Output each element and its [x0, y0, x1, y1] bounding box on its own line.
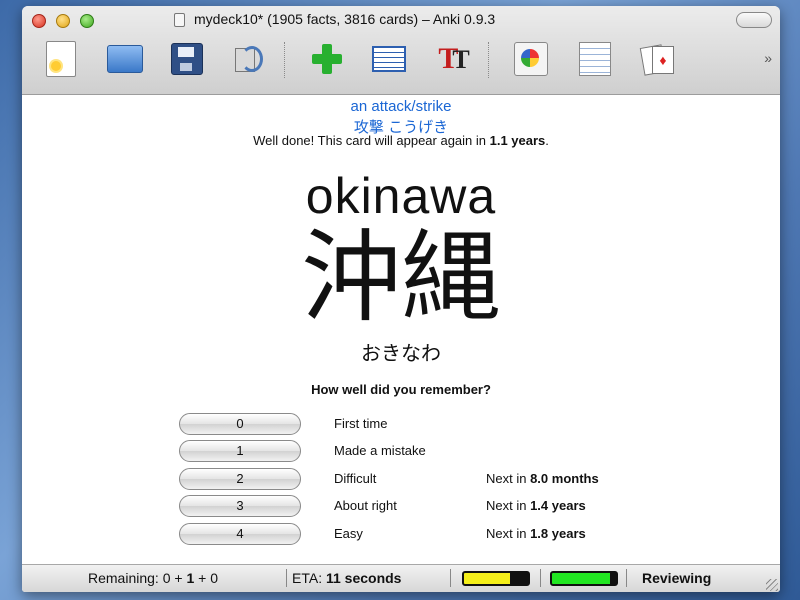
- new-deck-button[interactable]: [42, 40, 80, 78]
- answer-row-2: 2 Difficult Next in 8.0 months: [22, 468, 780, 492]
- answer-button-1[interactable]: 1: [179, 440, 301, 462]
- answer-next-value: 8.0 months: [530, 471, 599, 486]
- font-properties-button[interactable]: TT: [432, 40, 470, 78]
- answer-button-0[interactable]: 0: [179, 413, 301, 435]
- graph-icon: [514, 42, 548, 76]
- answer-next-prefix: Next in: [486, 526, 531, 541]
- table-icon: [579, 42, 611, 76]
- remaining-plus: +: [170, 570, 187, 586]
- open-deck-button[interactable]: [106, 40, 144, 78]
- toolbar-toggle-button[interactable]: [736, 12, 772, 28]
- answer-message-suffix: .: [545, 133, 549, 148]
- remaining-failed: 0: [210, 570, 219, 586]
- answer-label-0: First time: [334, 416, 388, 431]
- answer-row-1: 1 Made a mistake: [22, 440, 780, 464]
- answer-label-2: Difficult: [334, 471, 377, 486]
- floppy-save-icon: [171, 43, 203, 75]
- zoom-window-button[interactable]: [80, 14, 94, 28]
- review-area: an attack/strike 攻撃 こうげき Well done! This…: [22, 95, 780, 564]
- answer-next-4: Next in 1.8 years: [486, 526, 586, 541]
- remaining-count: Remaining: 0 + 1 + 0: [88, 570, 218, 586]
- answer-row-0: 0 First time: [22, 413, 780, 437]
- toolbar-separator: [488, 42, 489, 78]
- progress-fill-daily: [552, 573, 610, 584]
- browse-items-button[interactable]: [370, 40, 408, 78]
- status-separator: [540, 569, 541, 587]
- answer-row-3: 3 About right Next in 1.4 years: [22, 495, 780, 519]
- cards-button[interactable]: [638, 40, 676, 78]
- status-bar: Remaining: 0 + 1 + 0 ETA: 11 seconds Rev…: [22, 564, 780, 592]
- answer-button-3[interactable]: 3: [179, 495, 301, 517]
- answer-message-interval: 1.1 years: [489, 133, 546, 148]
- list-browse-icon: [372, 46, 406, 72]
- answer-label-1: Made a mistake: [334, 443, 426, 458]
- document-proxy-icon[interactable]: [174, 13, 185, 27]
- answer-next-2: Next in 8.0 months: [486, 471, 599, 486]
- new-document-icon: [46, 41, 76, 77]
- answer-next-value: 1.8 years: [530, 526, 586, 541]
- card-kanji: 沖縄: [301, 219, 501, 336]
- progress-bar-daily: [550, 571, 618, 586]
- answer-next-prefix: Next in: [486, 471, 531, 486]
- remaining-plus: +: [194, 570, 211, 586]
- progress-fill-session: [464, 573, 511, 584]
- card-romaji: okinawa: [305, 168, 497, 224]
- answer-message: Well done! This card will appear again i…: [22, 133, 780, 148]
- sync-icon: [233, 44, 265, 74]
- font-tt-icon: TT: [438, 42, 470, 75]
- status-separator: [450, 569, 451, 587]
- eta-value: 11 seconds: [325, 570, 402, 586]
- progress-bar-session: [462, 571, 530, 586]
- save-deck-button[interactable]: [168, 40, 206, 78]
- answer-next-value: 1.4 years: [530, 498, 586, 513]
- answer-label-4: Easy: [334, 526, 363, 541]
- answer-next-prefix: Next in: [486, 498, 531, 513]
- green-plus-icon: [310, 42, 344, 76]
- minimize-window-button[interactable]: [56, 14, 70, 28]
- answer-button-4[interactable]: 4: [179, 523, 301, 545]
- card-kana: おきなわ: [361, 341, 441, 365]
- answer-row-4: 4 Easy Next in 1.8 years: [22, 523, 780, 547]
- add-items-button[interactable]: [308, 40, 346, 78]
- resize-grip-icon[interactable]: [766, 579, 778, 591]
- answer-message-prefix: Well done! This card will appear again i…: [253, 133, 490, 148]
- card-list-button[interactable]: [576, 40, 614, 78]
- sync-button[interactable]: [230, 40, 268, 78]
- graphs-button[interactable]: [512, 40, 550, 78]
- mode-status: Reviewing: [642, 570, 712, 586]
- toolbar-overflow-chevron-icon[interactable]: »: [764, 50, 772, 66]
- answer-label-3: About right: [334, 498, 397, 513]
- remaining-new: 0: [162, 570, 171, 586]
- title-toolbar: mydeck10* (1905 facts, 3816 cards) – Ank…: [22, 6, 780, 95]
- toolbar-separator: [284, 42, 285, 78]
- close-window-button[interactable]: [32, 14, 46, 28]
- anki-window: mydeck10* (1905 facts, 3816 cards) – Ank…: [22, 6, 780, 592]
- card-meaning: an attack/strike: [350, 98, 452, 115]
- remember-question: How well did you remember?: [311, 382, 491, 397]
- eta: ETA: 11 seconds: [292, 570, 401, 586]
- playing-cards-icon: [640, 44, 674, 74]
- answer-next-3: Next in 1.4 years: [486, 498, 586, 513]
- status-separator: [286, 569, 287, 587]
- answer-button-2[interactable]: 2: [179, 468, 301, 490]
- status-separator: [626, 569, 627, 587]
- window-title: mydeck10* (1905 facts, 3816 cards) – Ank…: [194, 11, 496, 27]
- open-folder-icon: [107, 45, 143, 73]
- eta-label: ETA:: [292, 570, 326, 586]
- remaining-label: Remaining:: [88, 570, 163, 586]
